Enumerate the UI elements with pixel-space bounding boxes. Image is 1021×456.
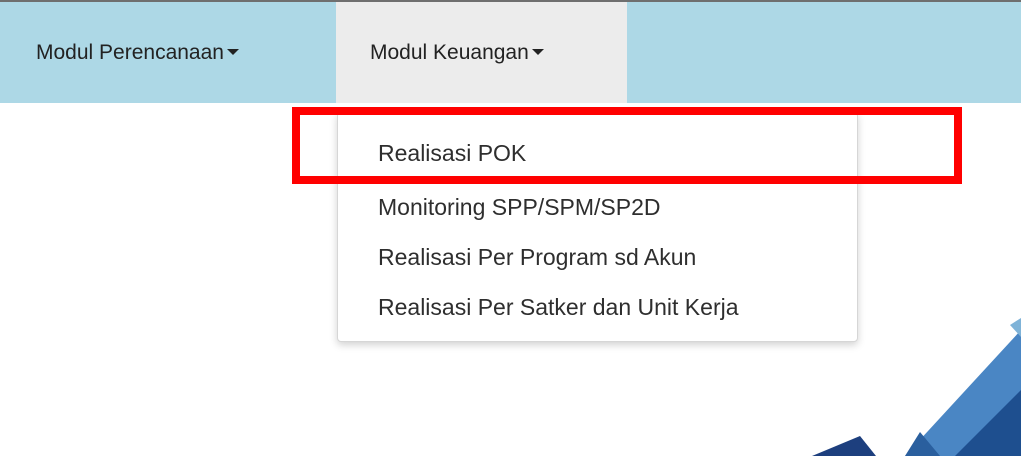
menu-item-realisasi-per-program-sd-akun[interactable]: Realisasi Per Program sd Akun xyxy=(378,244,696,271)
menu-item-monitoring-spp-spm-sp2d[interactable]: Monitoring SPP/SPM/SP2D xyxy=(378,194,661,221)
modul-keuangan-dropdown-menu: Realisasi POK Monitoring SPP/SPM/SP2D Re… xyxy=(337,112,858,342)
background-stripe-accent xyxy=(1010,318,1021,337)
background-stripe-edge xyxy=(812,436,876,456)
menu-item-realisasi-pok[interactable]: Realisasi POK xyxy=(378,140,526,167)
menu-item-realisasi-per-satker-dan-unit-kerja[interactable]: Realisasi Per Satker dan Unit Kerja xyxy=(378,294,739,321)
